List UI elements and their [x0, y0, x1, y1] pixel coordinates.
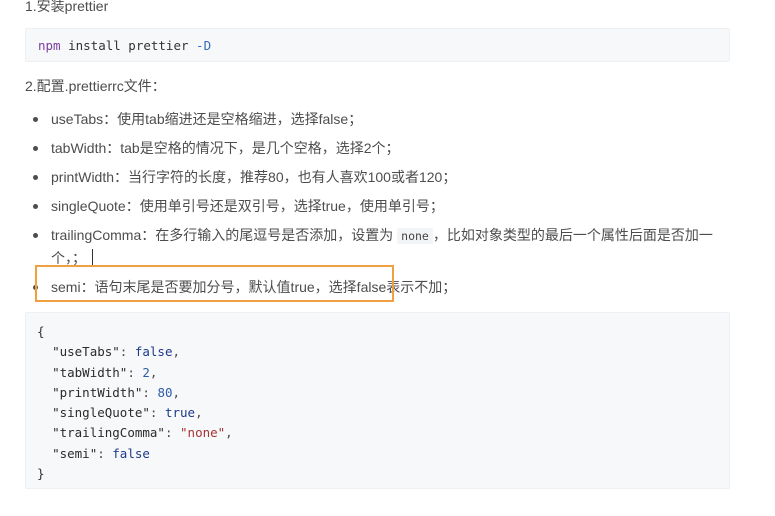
code-args: install prettier [60, 38, 197, 53]
code-line: "tabWidth": 2, [52, 364, 158, 380]
code-key: "trailingComma" [52, 425, 165, 441]
code-brace-close: } [37, 466, 45, 482]
list-item-tabwidth: tabWidth：tab是空格的情况下，是几个空格，选择2个； [33, 137, 733, 159]
code-line: "semi": false [52, 445, 150, 461]
bullet-icon [33, 175, 38, 180]
code-key: "singleQuote" [52, 405, 150, 421]
bullet-icon [33, 285, 38, 290]
config-code-block[interactable]: { "useTabs": false, "tabWidth": 2, "prin… [25, 312, 730, 489]
option-desc: ：使用tab缩进还是空格缩进，选择false； [103, 111, 363, 127]
option-desc: ：语句末尾是否要加分号，默认值true，选择false表示不加； [80, 279, 457, 295]
option-desc: ：当行字符的长度，推荐80，也有人喜欢100或者120； [114, 169, 457, 185]
code-value: false [112, 445, 150, 461]
code-value: true [164, 405, 196, 421]
code-value: 80 [157, 384, 173, 400]
step-heading-config: 2.配置.prettierrc文件： [25, 78, 166, 94]
code-comma: , [172, 344, 181, 360]
list-item-semi: semi：语句末尾是否要加分号，默认值true，选择false表示不加； [33, 276, 733, 298]
code-comma: , [225, 425, 233, 441]
code-flag: -D [196, 38, 212, 53]
option-desc: ：tab是空格的情况下，是几个空格，选择2个； [106, 140, 400, 156]
list-item-trailingcomma: trailingComma：在多行输入的尾逗号是否添加，设置为 none ，比如对… [33, 224, 733, 269]
code-value: false [134, 344, 173, 360]
options-list: useTabs：使用tab缩进还是空格缩进，选择false； tabWidth：… [33, 108, 733, 298]
code-line: "printWidth": 80, [52, 384, 181, 400]
inline-code-none: none [397, 228, 433, 244]
code-value: "none" [180, 425, 226, 441]
code-value: 2 [142, 364, 150, 380]
code-key: "printWidth" [52, 384, 143, 400]
list-item-printwidth: printWidth：当行字符的长度，推荐80，也有人喜欢100或者120； [33, 166, 733, 188]
option-name: useTabs [51, 111, 104, 127]
code-key: "useTabs" [52, 344, 120, 360]
option-name: semi [51, 279, 81, 295]
install-code-block[interactable]: npm install prettier -D [25, 28, 730, 62]
code-brace-open: { [37, 324, 45, 339]
code-comma: , [172, 384, 181, 400]
code-key: "semi" [52, 445, 98, 461]
list-item-usetabs: useTabs：使用tab缩进还是空格缩进，选择false； [33, 108, 733, 130]
bullet-icon [33, 233, 38, 238]
bullet-icon [33, 204, 38, 209]
code-line: "trailingComma": "none", [52, 425, 233, 441]
option-name: tabWidth [51, 140, 107, 156]
code-line: "useTabs": false, [52, 344, 181, 360]
step-heading-install: 1.安装prettier [25, 0, 109, 14]
option-desc: ：在多行输入的尾逗号是否添加，设置为 [141, 227, 398, 243]
option-name: trailingComma [51, 227, 142, 243]
option-name: singleQuote [51, 198, 126, 214]
option-desc: ：使用单引号还是双引号，选择true，使用单引号； [125, 198, 444, 214]
text-cursor [92, 249, 93, 266]
code-line: "singleQuote": true, [52, 405, 203, 421]
option-name: printWidth [51, 169, 115, 185]
bullet-icon [33, 146, 38, 151]
code-key: "tabWidth" [52, 364, 128, 380]
code-comma: , [195, 405, 203, 421]
code-command: npm [38, 38, 61, 53]
code-comma: , [149, 364, 158, 380]
bullet-icon [33, 117, 38, 122]
list-item-singlequote: singleQuote：使用单引号还是双引号，选择true，使用单引号； [33, 195, 733, 217]
